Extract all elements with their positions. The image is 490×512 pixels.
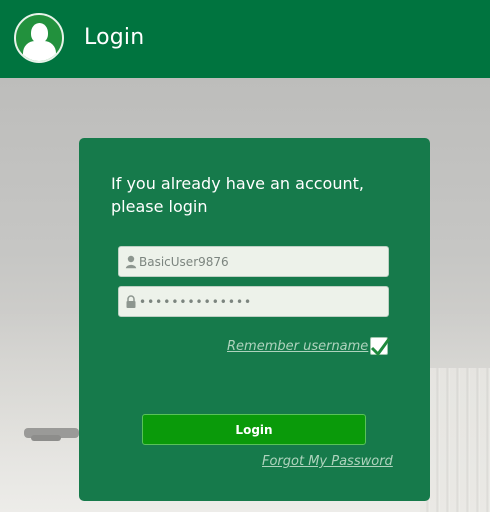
app-header: Login — [0, 0, 490, 78]
login-prompt: If you already have an account, please l… — [111, 174, 364, 216]
user-avatar-icon — [14, 13, 64, 63]
login-button[interactable]: Login — [142, 414, 366, 445]
username-input[interactable] — [139, 252, 383, 272]
forgot-password-link[interactable]: Forgot My Password — [262, 454, 393, 469]
checkmark-icon — [370, 338, 391, 357]
lock-icon — [126, 295, 136, 308]
password-input[interactable] — [139, 292, 383, 312]
user-icon — [125, 255, 137, 269]
username-field[interactable] — [118, 246, 389, 277]
login-card: If you already have an account, please l… — [79, 138, 430, 501]
page-title: Login — [84, 25, 145, 50]
remember-username-label[interactable]: Remember username — [227, 339, 368, 354]
remember-username-checkbox[interactable] — [370, 337, 391, 357]
password-field[interactable] — [118, 286, 389, 317]
